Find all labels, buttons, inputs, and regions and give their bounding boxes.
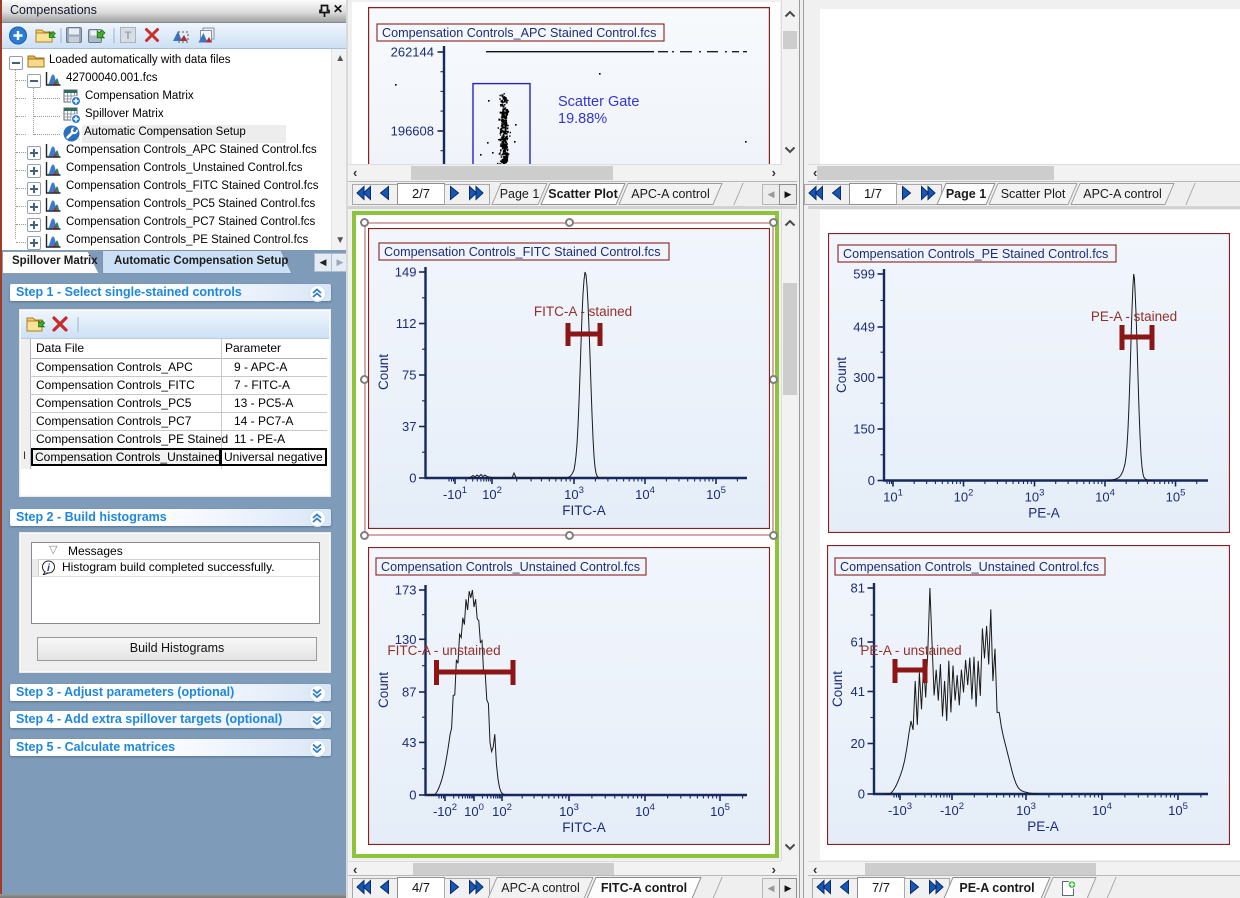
svg-text:Compensation Controls_FITC Sta: Compensation Controls_FITC Stained Contr… (384, 245, 661, 259)
svg-text:0: 0 (409, 788, 416, 803)
svg-text:FITC-A: FITC-A (562, 820, 606, 835)
svg-text:FITC-A: FITC-A (562, 503, 606, 518)
svg-text:300: 300 (853, 370, 875, 385)
svg-text:0: 0 (858, 787, 865, 802)
svg-text:PE-A: PE-A (1028, 506, 1060, 521)
svg-text:Count: Count (830, 671, 845, 707)
svg-text:Count: Count (376, 354, 391, 390)
svg-text:FITC-A - unstained: FITC-A - unstained (387, 643, 500, 658)
svg-text:0: 0 (409, 471, 416, 486)
svg-text:37: 37 (402, 419, 416, 434)
svg-text:FITC-A - stained: FITC-A - stained (534, 304, 632, 319)
svg-text:Count: Count (376, 672, 391, 708)
svg-text:Count: Count (834, 357, 849, 393)
svg-text:Compensation Controls_APC Stai: Compensation Controls_APC Stained Contro… (382, 26, 656, 40)
svg-text:149: 149 (395, 265, 417, 280)
svg-text:75: 75 (402, 368, 416, 383)
svg-text:Compensation Controls_Unstaine: Compensation Controls_Unstained Control.… (840, 560, 1099, 574)
svg-text:PE-A - unstained: PE-A - unstained (860, 643, 961, 658)
svg-text:449: 449 (853, 320, 875, 335)
svg-text:20: 20 (851, 736, 865, 751)
svg-text:PE-A: PE-A (1027, 819, 1059, 834)
svg-text:262144: 262144 (391, 45, 434, 60)
svg-text:196608: 196608 (391, 124, 434, 139)
svg-text:T: T (125, 30, 132, 42)
svg-text:Scatter Gate: Scatter Gate (558, 94, 639, 110)
svg-text:173: 173 (395, 583, 417, 598)
svg-text:87: 87 (402, 685, 416, 700)
svg-text:Compensation Controls_PE Stain: Compensation Controls_PE Stained Control… (843, 247, 1108, 261)
svg-text:112: 112 (396, 316, 417, 331)
svg-text:Compensation Controls_Unstaine: Compensation Controls_Unstained Control.… (381, 560, 640, 574)
svg-text:81: 81 (851, 581, 865, 596)
svg-text:41: 41 (851, 684, 865, 699)
svg-text:599: 599 (853, 267, 875, 282)
svg-text:0: 0 (868, 473, 875, 488)
svg-text:43: 43 (402, 735, 416, 750)
svg-text:PE-A - stained: PE-A - stained (1091, 309, 1177, 324)
svg-text:150: 150 (853, 422, 875, 437)
svg-text:19.88%: 19.88% (558, 111, 607, 127)
